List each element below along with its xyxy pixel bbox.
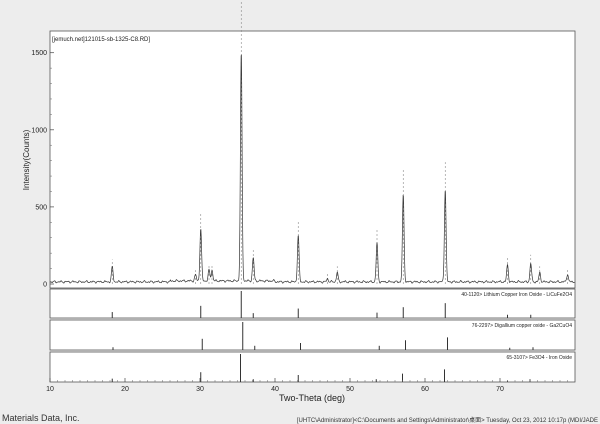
reference-label: 65-3107> Fe3O4 - Iron Oxide bbox=[507, 355, 573, 361]
x-axis-label: Two-Theta (deg) bbox=[279, 393, 345, 403]
reference-panel bbox=[49, 351, 576, 383]
xrd-chart: [jemuch.net]121015-sb-1325-C8.RD] 0 500 10… bbox=[22, 0, 576, 403]
x-tick-label: 60 bbox=[421, 386, 429, 393]
x-tick-label: 70 bbox=[496, 386, 504, 393]
y-tick-label: 500 bbox=[35, 204, 47, 211]
y-tick-label: 1000 bbox=[31, 127, 47, 134]
chart-title: [jemuch.net]121015-sb-1325-C8.RD] bbox=[52, 37, 150, 43]
y-axis-label: Intensity(Counts) bbox=[22, 129, 31, 190]
main-plot-frame bbox=[49, 30, 576, 289]
reference-label: 40-1120> Lithium Copper Iron Oxide - LiC… bbox=[461, 292, 572, 298]
x-tick-label: 30 bbox=[196, 386, 204, 393]
x-tick-label: 10 bbox=[46, 386, 54, 393]
x-tick-label: 50 bbox=[346, 386, 354, 393]
y-tick-label: 1500 bbox=[31, 50, 47, 57]
company-label: Materials Data, Inc. bbox=[2, 413, 80, 423]
y-tick-label: 0 bbox=[43, 282, 47, 289]
reference-panels: 40-1120> Lithium Copper Iron Oxide - LiC… bbox=[49, 288, 576, 383]
status-path: [UHTC\Administrator]<C:\Documents and Se… bbox=[296, 418, 598, 424]
reference-label: 76-2297> Digallium copper oxide - Ga2CuO… bbox=[472, 323, 572, 329]
x-tick-label: 20 bbox=[121, 386, 129, 393]
x-tick-label: 40 bbox=[271, 386, 279, 393]
